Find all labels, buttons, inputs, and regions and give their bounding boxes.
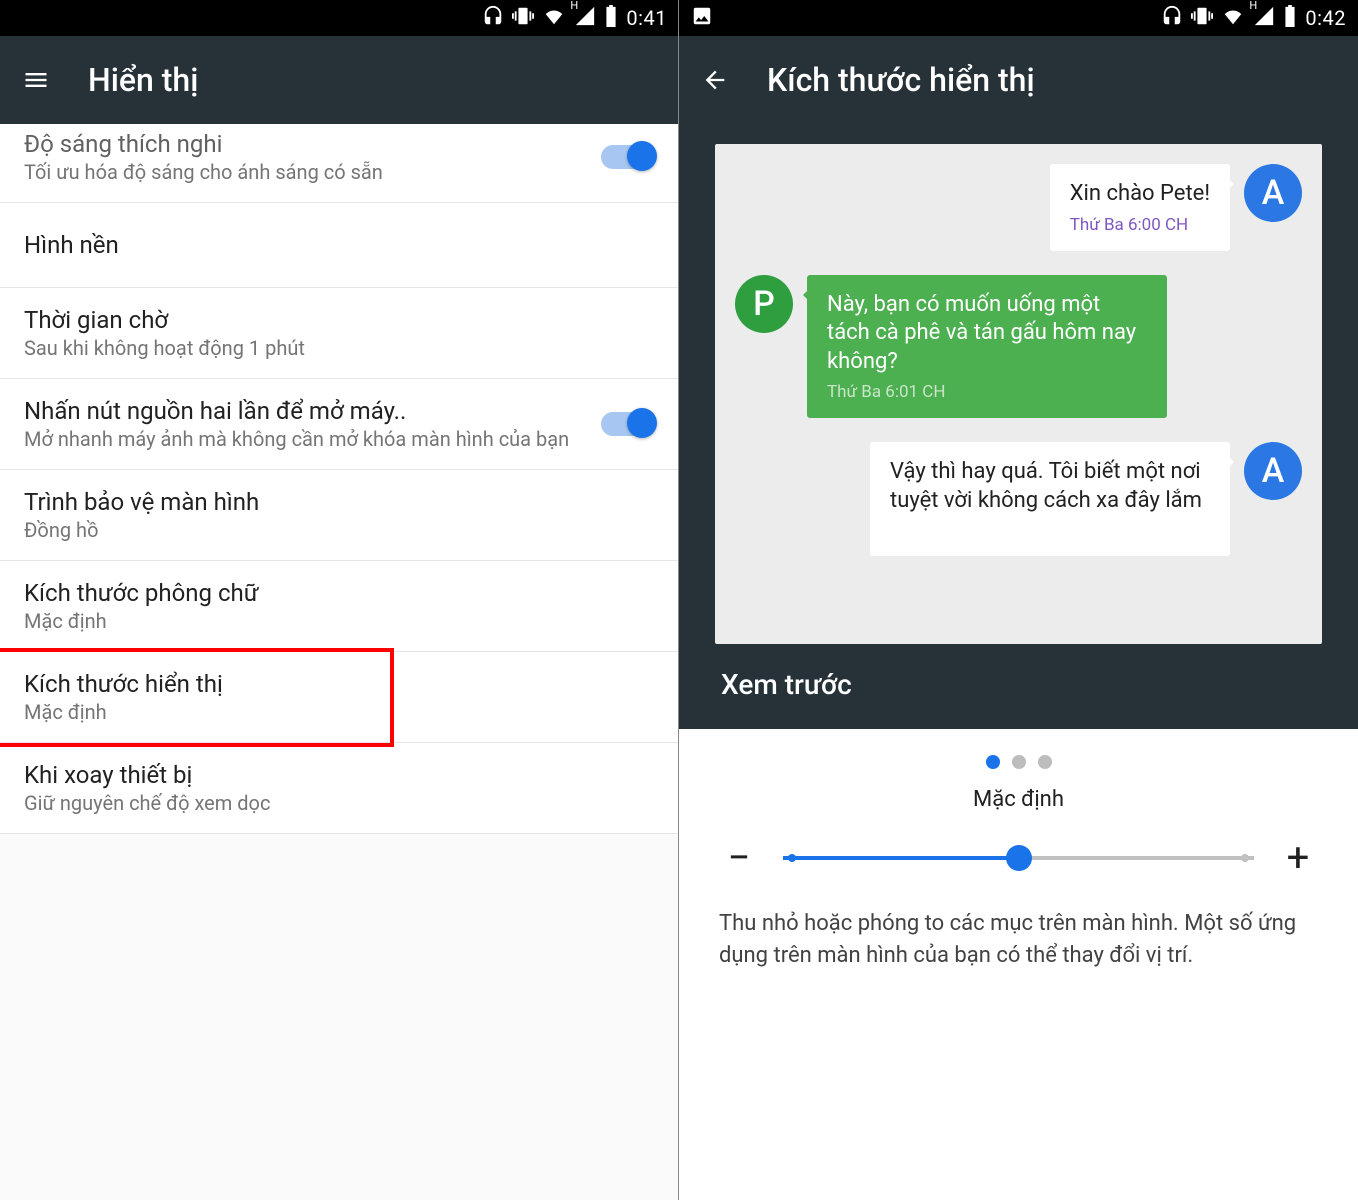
vibrate-icon bbox=[1191, 5, 1213, 32]
avatar: A bbox=[1244, 164, 1302, 222]
preview-label: Xem trước bbox=[679, 644, 1358, 729]
battery-icon bbox=[604, 5, 618, 32]
row-power-double-tap[interactable]: Nhấn nút nguồn hai lần để mở máy.. Mở nh… bbox=[0, 379, 679, 470]
headphones-icon bbox=[482, 5, 504, 32]
dot-1[interactable] bbox=[986, 755, 1000, 769]
wifi-icon bbox=[1221, 5, 1245, 32]
increase-button[interactable]: + bbox=[1278, 838, 1318, 878]
app-bar: Hiển thị bbox=[0, 36, 679, 124]
signal-icon: H bbox=[574, 5, 596, 32]
row-display-size[interactable]: Kích thước hiển thị Mặc định bbox=[0, 652, 679, 743]
avatar: P bbox=[735, 275, 793, 333]
menu-icon[interactable] bbox=[20, 64, 52, 96]
dot-2[interactable] bbox=[1012, 755, 1026, 769]
preview-section: Xin chào Pete! Thứ Ba 6:00 CH A P Này, b… bbox=[679, 124, 1358, 729]
settings-list[interactable]: Độ sáng thích nghi Tối ưu hóa độ sáng ch… bbox=[0, 124, 679, 1200]
clock-text: 0:41 bbox=[626, 6, 667, 30]
picture-icon bbox=[691, 5, 713, 32]
phone-left: H 0:41 Hiển thị Độ sáng thích nghi Tối ư… bbox=[0, 0, 679, 1200]
row-font-size[interactable]: Kích thước phông chữ Mặc định bbox=[0, 561, 679, 652]
row-sleep[interactable]: Thời gian chờ Sau khi không hoạt động 1 … bbox=[0, 288, 679, 379]
toggle-power-double-tap[interactable] bbox=[601, 412, 655, 436]
row-adaptive-brightness[interactable]: Độ sáng thích nghi Tối ưu hóa độ sáng ch… bbox=[0, 124, 679, 203]
row-wallpaper[interactable]: Hình nền bbox=[0, 203, 679, 288]
current-size-label: Mặc định bbox=[719, 787, 1318, 812]
wifi-icon bbox=[542, 5, 566, 32]
status-bar: H 0:42 bbox=[679, 0, 1358, 36]
size-slider[interactable] bbox=[783, 848, 1254, 868]
page-indicator[interactable] bbox=[719, 755, 1318, 769]
preview-chat[interactable]: Xin chào Pete! Thứ Ba 6:00 CH A P Này, b… bbox=[715, 144, 1322, 644]
status-bar: H 0:41 bbox=[0, 0, 679, 36]
description-text: Thu nhỏ hoặc phóng to các mục trên màn h… bbox=[719, 908, 1318, 972]
display-size-body: Xin chào Pete! Thứ Ba 6:00 CH A P Này, b… bbox=[679, 124, 1358, 1200]
dot-3[interactable] bbox=[1038, 755, 1052, 769]
chat-message: Xin chào Pete! Thứ Ba 6:00 CH A bbox=[735, 164, 1302, 251]
avatar: A bbox=[1244, 442, 1302, 500]
chat-message: Vậy thì hay quá. Tôi biết một nơi tuyệt … bbox=[735, 442, 1302, 555]
battery-icon bbox=[1283, 5, 1297, 32]
page-title: Kích thước hiển thị bbox=[767, 61, 1035, 99]
headphones-icon bbox=[1161, 5, 1183, 32]
toggle-adaptive-brightness[interactable] bbox=[601, 145, 655, 169]
app-bar: Kích thước hiển thị bbox=[679, 36, 1358, 124]
row-rotate[interactable]: Khi xoay thiết bị Giữ nguyên chế độ xem … bbox=[0, 743, 679, 834]
vibrate-icon bbox=[512, 5, 534, 32]
page-title: Hiển thị bbox=[88, 61, 198, 99]
chat-message: P Này, bạn có muốn uống một tách cà phê … bbox=[735, 275, 1302, 419]
signal-icon: H bbox=[1253, 5, 1275, 32]
controls-section: Mặc định − + Thu nhỏ hoặc phóng to các m… bbox=[679, 729, 1358, 992]
decrease-button[interactable]: − bbox=[719, 838, 759, 878]
phone-right: H 0:42 Kích thước hiển thị Xin chào Pete… bbox=[679, 0, 1358, 1200]
back-icon[interactable] bbox=[699, 64, 731, 96]
row-screensaver[interactable]: Trình bảo vệ màn hình Đồng hồ bbox=[0, 470, 679, 561]
clock-text: 0:42 bbox=[1305, 6, 1346, 30]
